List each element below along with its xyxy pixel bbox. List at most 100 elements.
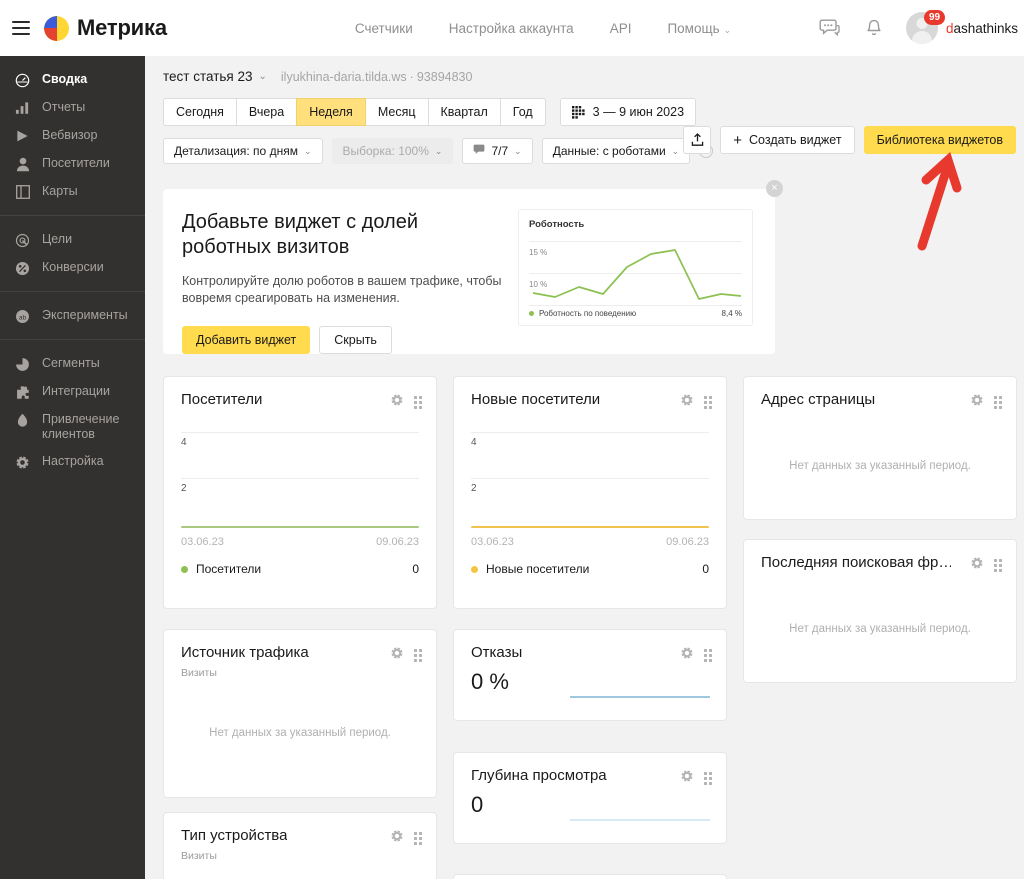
widget-count-dropdown[interactable]: 7/7 ⌄ <box>462 138 532 164</box>
chevron-down-icon: ⌄ <box>435 146 443 157</box>
period-month[interactable]: Месяц <box>365 98 429 126</box>
period-week[interactable]: Неделя <box>296 98 366 126</box>
drag-handle-icon[interactable] <box>994 559 1002 572</box>
gear-icon[interactable] <box>680 769 694 788</box>
sidebar-item-integracii[interactable]: Интеграции <box>0 378 145 406</box>
gear-icon[interactable] <box>970 393 984 412</box>
drag-handle-icon[interactable] <box>704 772 712 785</box>
add-widget-button[interactable]: Добавить виджет <box>182 326 310 354</box>
drag-handle-icon[interactable] <box>704 649 712 662</box>
nav-api[interactable]: API <box>610 21 632 36</box>
counter-selector[interactable]: тест статья 23 ⌄ <box>163 69 267 84</box>
date-range-label: 3 — 9 июн 2023 <box>593 105 684 119</box>
metrica-logo[interactable]: Метрика <box>44 15 167 41</box>
sidebar-item-webvisor[interactable]: Вебвизор <box>0 122 145 150</box>
drag-handle-icon[interactable] <box>414 649 422 662</box>
widget-header: Источник трафика <box>164 630 436 665</box>
widget-bounces: Отказы 0 % <box>453 629 727 721</box>
widget-title: Тип устройства <box>181 827 287 844</box>
date-range-picker[interactable]: 3 — 9 июн 2023 <box>560 98 696 126</box>
legend-value: 0 <box>702 562 709 576</box>
sidebar-item-privlechenie-klientov[interactable]: Привлечение клиентов <box>0 406 145 448</box>
gear-icon[interactable] <box>680 646 694 665</box>
sparkline <box>570 696 710 698</box>
widget-library-button[interactable]: Библиотека виджетов <box>864 126 1016 154</box>
detail-level-label: Детализация: по дням <box>174 144 298 158</box>
share-export-icon[interactable] <box>683 126 711 154</box>
chevron-down-icon: ⌄ <box>672 146 680 157</box>
widget-title: Глубина просмотра <box>471 767 607 784</box>
sidebar-item-label: Посетители <box>42 156 110 171</box>
sidebar-item-celi[interactable]: Цели <box>0 226 145 254</box>
sidebar-item-svodka[interactable]: Сводка <box>0 66 145 94</box>
chat-bubble-icon[interactable] <box>818 16 842 40</box>
gear-icon[interactable] <box>680 393 694 412</box>
widget-subtitle: Визиты <box>164 848 436 862</box>
top-navigation: Счетчики Настройка аккаунта API Помощь⌄ <box>355 21 731 36</box>
promo-chart-legend: Роботность по поведению 8,4 % <box>529 309 742 318</box>
counter-meta: ilyukhina-daria.tilda.ws·93894830 <box>281 70 473 84</box>
widget-title: Последняя поисковая фр… <box>761 554 951 571</box>
counter-id: 93894830 <box>417 70 473 84</box>
x-axis-start: 03.06.23 <box>471 536 514 548</box>
widget-header: Последняя поисковая фр… <box>744 540 1016 575</box>
period-yesterday[interactable]: Вчера <box>236 98 297 126</box>
sidebar-item-label: Вебвизор <box>42 128 97 143</box>
promo-actions: Добавить виджет Скрыть <box>182 326 493 354</box>
pie-chart-icon <box>14 356 31 372</box>
sampling-dropdown[interactable]: Выборка: 100% ⌄ <box>332 138 454 164</box>
chevron-down-icon: ⌄ <box>259 71 267 82</box>
y-tick-mid: 2 <box>471 483 477 494</box>
sidebar-item-eksperimenty[interactable]: ab Эксперименты <box>0 302 145 330</box>
period-year[interactable]: Год <box>500 98 546 126</box>
widget-value: 0 % <box>454 665 726 695</box>
detail-level-dropdown[interactable]: Детализация: по дням ⌄ <box>163 138 323 164</box>
empty-state-text: Нет данных за указанный период. <box>164 727 436 739</box>
create-widget-button[interactable]: + Создать виджет <box>720 126 854 154</box>
nav-help[interactable]: Помощь⌄ <box>667 21 731 36</box>
widget-header: Адрес страницы <box>744 377 1016 412</box>
comment-icon <box>473 144 485 158</box>
gear-icon[interactable] <box>390 393 404 412</box>
separator: · <box>410 70 414 84</box>
gear-icon[interactable] <box>970 556 984 575</box>
sidebar-item-label: Отчеты <box>42 100 85 115</box>
username-label: dashathinks <box>946 21 1018 36</box>
nav-account-settings[interactable]: Настройка аккаунта <box>449 21 574 36</box>
promo-title: Добавьте виджет с долей роботных визитов <box>182 210 493 260</box>
drag-handle-icon[interactable] <box>414 832 422 845</box>
period-quarter[interactable]: Квартал <box>428 98 501 126</box>
sidebar-item-konversii[interactable]: Конверсии <box>0 254 145 282</box>
nav-counters[interactable]: Счетчики <box>355 21 413 36</box>
drag-handle-icon[interactable] <box>994 396 1002 409</box>
sidebar-item-segmenty[interactable]: Сегменты <box>0 350 145 378</box>
widget-new-visitors: Новые посетители 4 2 03.06.23 09.06.23 <box>453 376 727 609</box>
gear-icon <box>14 454 31 470</box>
sidebar: Сводка Отчеты Вебвизор Посетители Карты <box>0 56 145 879</box>
drag-handle-icon[interactable] <box>704 396 712 409</box>
gear-icon[interactable] <box>390 646 404 665</box>
sidebar-item-posetiteli[interactable]: Посетители <box>0 150 145 178</box>
period-today[interactable]: Сегодня <box>163 98 237 126</box>
close-icon[interactable]: × <box>766 180 783 197</box>
widget-subtitle: Визиты <box>164 665 436 679</box>
user-menu[interactable]: 99 dashathinks <box>906 12 1018 44</box>
widget-header: Отказы <box>454 630 726 665</box>
flame-icon <box>14 412 31 428</box>
header-actions: 99 dashathinks <box>818 0 1018 56</box>
widget-library-label: Библиотека виджетов <box>877 133 1003 147</box>
gear-icon[interactable] <box>390 829 404 848</box>
widget-chart: 4 2 <box>181 426 419 529</box>
hamburger-icon[interactable] <box>12 21 30 35</box>
sidebar-item-label: Сегменты <box>42 356 100 371</box>
data-robots-dropdown[interactable]: Данные: с роботами ⌄ <box>542 138 691 164</box>
sidebar-item-nastroyka[interactable]: Настройка <box>0 448 145 476</box>
sidebar-item-karty[interactable]: Карты <box>0 178 145 206</box>
main-content: тест статья 23 ⌄ ilyukhina-daria.tilda.w… <box>145 56 1024 879</box>
drag-handle-icon[interactable] <box>414 396 422 409</box>
hide-promo-button[interactable]: Скрыть <box>319 326 392 354</box>
bell-icon[interactable] <box>862 16 886 40</box>
gauge-icon <box>14 72 31 88</box>
sidebar-divider <box>0 291 145 292</box>
sidebar-item-otchety[interactable]: Отчеты <box>0 94 145 122</box>
